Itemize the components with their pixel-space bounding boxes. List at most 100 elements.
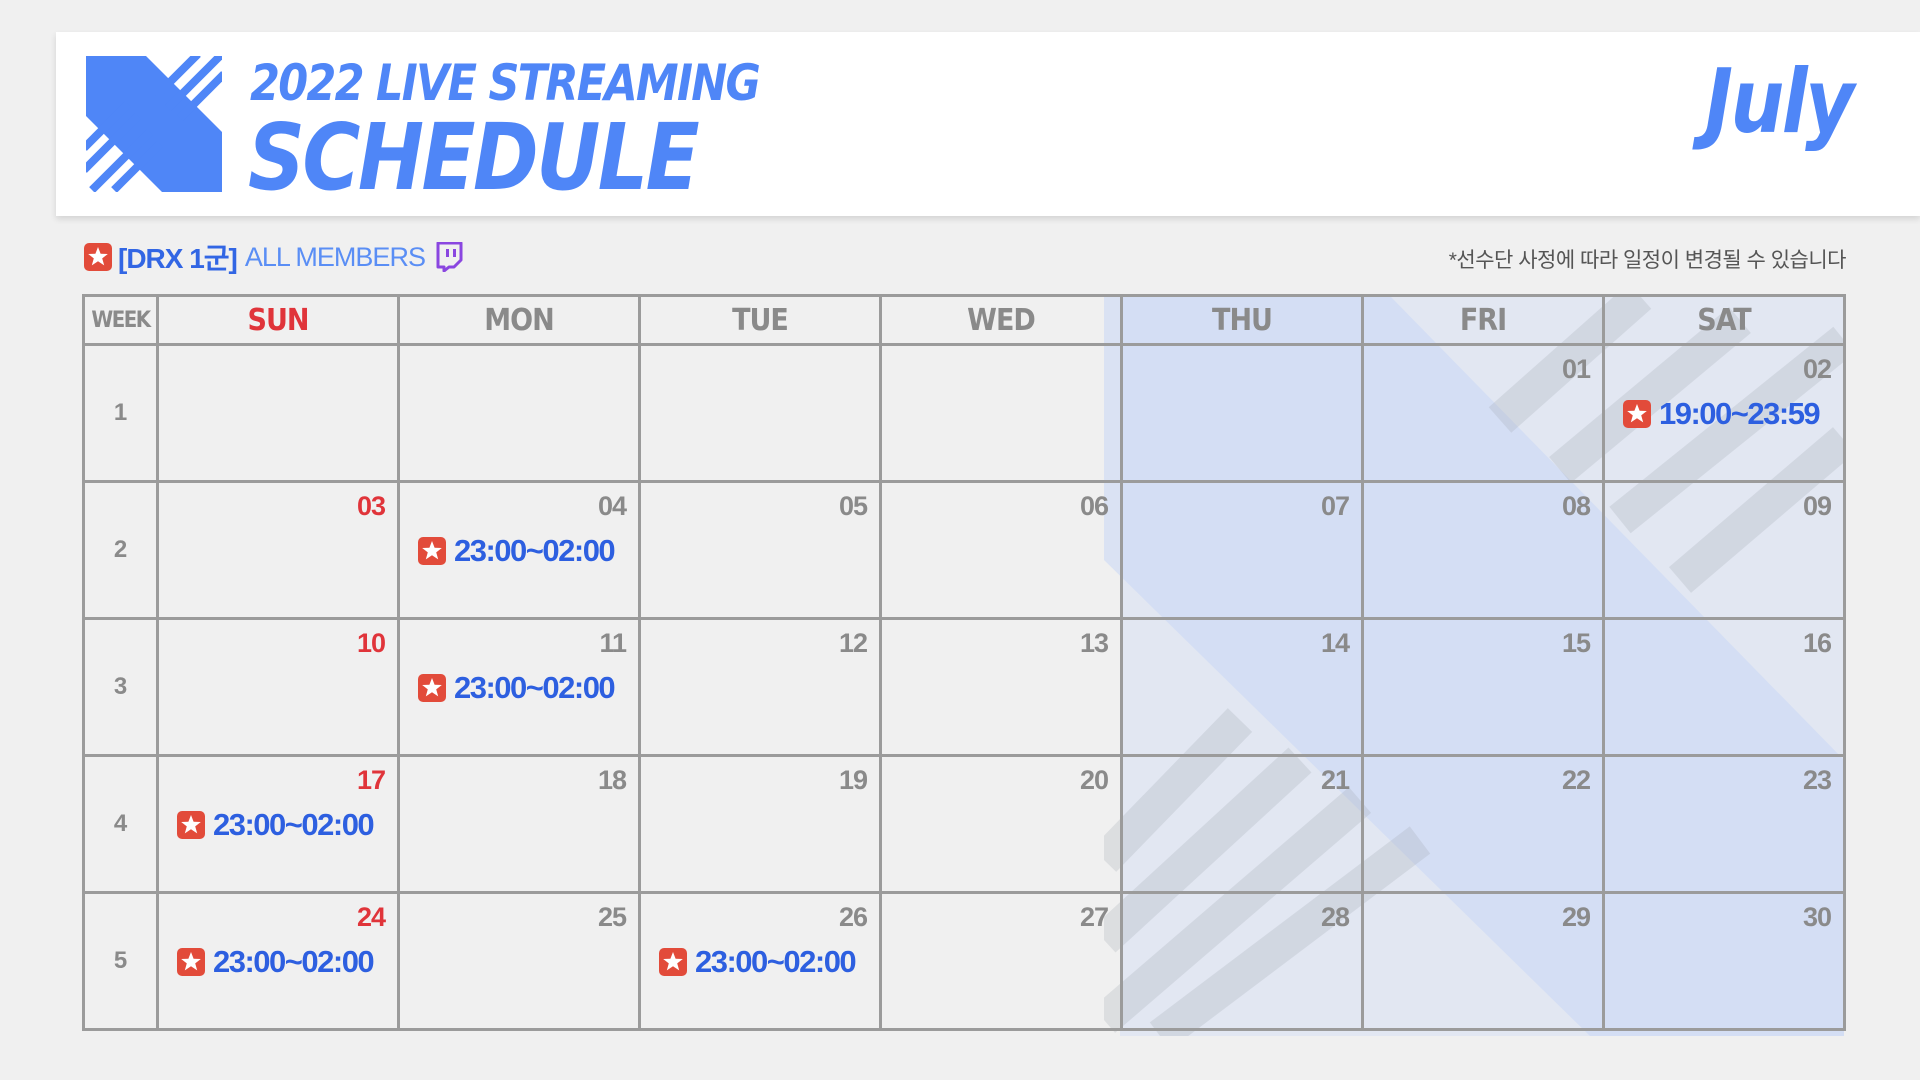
calendar-day-cell: 26 23:00~02:00 xyxy=(638,891,882,1031)
day-number: 26 xyxy=(838,902,868,932)
star-badge-icon xyxy=(177,811,205,839)
calendar-week-row: 2 03 04 23:00~02:00 05 06 07 08 09 xyxy=(82,480,1846,620)
star-badge-icon xyxy=(84,243,112,271)
day-number: 07 xyxy=(1320,491,1350,521)
calendar-day-cell: 09 xyxy=(1602,480,1846,620)
calendar-day-cell: 22 xyxy=(1361,754,1605,894)
day-header-fri: FRI xyxy=(1361,294,1605,346)
day-number: 14 xyxy=(1320,628,1350,658)
calendar-day-cell: 21 xyxy=(1120,754,1364,894)
day-number: 18 xyxy=(597,765,627,795)
day-number: 17 xyxy=(356,765,386,795)
calendar-day-cell: 27 xyxy=(879,891,1123,1031)
day-number: 13 xyxy=(1079,628,1109,658)
day-number: 15 xyxy=(1561,628,1591,658)
week-number: 1 xyxy=(82,343,159,483)
day-header-thu: THU xyxy=(1120,294,1364,346)
calendar-day-cell: 04 23:00~02:00 xyxy=(397,480,641,620)
stream-event: 23:00~02:00 xyxy=(418,670,616,706)
calendar-day-cell xyxy=(156,343,400,483)
calendar-day-cell: 23 xyxy=(1602,754,1846,894)
stream-time: 23:00~02:00 xyxy=(454,670,616,705)
calendar-day-cell: 18 xyxy=(397,754,641,894)
stream-event: 19:00~23:59 xyxy=(1623,396,1821,432)
calendar-week-row: 4 17 23:00~02:00 18 19 20 21 22 23 xyxy=(82,754,1846,894)
day-number: 12 xyxy=(838,628,868,658)
week-number: 4 xyxy=(82,754,159,894)
day-number: 11 xyxy=(599,628,627,658)
day-header-sat: SAT xyxy=(1602,294,1846,346)
day-header-wed: WED xyxy=(879,294,1123,346)
calendar-day-cell xyxy=(638,343,882,483)
day-number: 10 xyxy=(356,628,386,658)
day-number: 19 xyxy=(838,765,868,795)
calendar-day-cell xyxy=(1120,343,1364,483)
calendar-day-cell: 13 xyxy=(879,617,1123,757)
week-number: 2 xyxy=(82,480,159,620)
calendar-day-cell: 14 xyxy=(1120,617,1364,757)
calendar-day-cell: 16 xyxy=(1602,617,1846,757)
calendar-week-row: 3 10 11 23:00~02:00 12 13 14 15 16 xyxy=(82,617,1846,757)
calendar-week-row: 5 24 23:00~02:00 25 26 23:00~02:00 27 28 29 30 xyxy=(82,891,1846,1031)
stream-time: 23:00~02:00 xyxy=(454,533,616,568)
day-number: 21 xyxy=(1320,765,1350,795)
calendar-day-cell: 17 23:00~02:00 xyxy=(156,754,400,894)
day-number: 06 xyxy=(1079,491,1109,521)
day-number: 05 xyxy=(838,491,868,521)
calendar-day-cell: 03 xyxy=(156,480,400,620)
twitch-icon xyxy=(436,242,463,272)
month-label: July xyxy=(1705,50,1855,153)
day-number: 20 xyxy=(1079,765,1109,795)
stream-event: 23:00~02:00 xyxy=(177,944,375,980)
stream-time: 23:00~02:00 xyxy=(213,807,375,842)
star-badge-icon xyxy=(418,537,446,565)
weekday-header-row: WEEK SUN MON TUE WED THU FRI SAT xyxy=(82,294,1846,346)
calendar-day-cell: 19 xyxy=(638,754,882,894)
calendar-week-row: 1 01 02 19:00~23:59 xyxy=(82,343,1846,483)
calendar-day-cell xyxy=(397,343,641,483)
calendar-day-cell: 08 xyxy=(1361,480,1605,620)
calendar-day-cell: 29 xyxy=(1361,891,1605,1031)
calendar-day-cell: 06 xyxy=(879,480,1123,620)
stream-time: 19:00~23:59 xyxy=(1659,396,1821,431)
schedule-notice: *선수단 사정에 따라 일정이 변경될 수 있습니다 xyxy=(1448,249,1847,272)
team-subheader: [DRX 1군] ALL MEMBERS xyxy=(84,240,463,274)
calendar-grid: WEEK SUN MON TUE WED THU FRI SAT 1 01 02 19… xyxy=(82,294,1846,1031)
calendar-day-cell: 28 xyxy=(1120,891,1364,1031)
title-line2: SCHEDULE xyxy=(248,104,700,211)
calendar-day-cell: 30 xyxy=(1602,891,1846,1031)
calendar-day-cell: 10 xyxy=(156,617,400,757)
calendar-day-cell: 24 23:00~02:00 xyxy=(156,891,400,1031)
star-badge-icon xyxy=(177,948,205,976)
star-badge-icon xyxy=(418,674,446,702)
day-header-sun: SUN xyxy=(156,294,400,346)
day-number: 09 xyxy=(1802,491,1832,521)
calendar-day-cell: 05 xyxy=(638,480,882,620)
day-number: 27 xyxy=(1079,902,1109,932)
header-banner: 2022 LIVE STREAMING SCHEDULE July xyxy=(56,32,1920,216)
calendar-day-cell: 12 xyxy=(638,617,882,757)
day-header-mon: MON xyxy=(397,294,641,346)
stream-time: 23:00~02:00 xyxy=(213,944,375,979)
star-badge-icon xyxy=(1623,400,1651,428)
team-label: [DRX 1군] xyxy=(118,243,238,274)
calendar-day-cell: 11 23:00~02:00 xyxy=(397,617,641,757)
day-number: 29 xyxy=(1561,902,1591,932)
stream-event: 23:00~02:00 xyxy=(659,944,857,980)
day-number: 04 xyxy=(597,491,627,521)
star-badge-icon xyxy=(659,948,687,976)
day-number: 08 xyxy=(1561,491,1591,521)
day-header-tue: TUE xyxy=(638,294,882,346)
stream-event: 23:00~02:00 xyxy=(177,807,375,843)
drx-logo-icon xyxy=(86,56,222,192)
week-header: WEEK xyxy=(82,294,159,346)
calendar-day-cell: 25 xyxy=(397,891,641,1031)
day-number: 16 xyxy=(1802,628,1832,658)
calendar-day-cell: 01 xyxy=(1361,343,1605,483)
calendar-day-cell xyxy=(879,343,1123,483)
day-number: 30 xyxy=(1802,902,1832,932)
day-number: 24 xyxy=(356,902,386,932)
calendar-day-cell: 20 xyxy=(879,754,1123,894)
week-number: 5 xyxy=(82,891,159,1031)
day-number: 01 xyxy=(1561,354,1591,384)
